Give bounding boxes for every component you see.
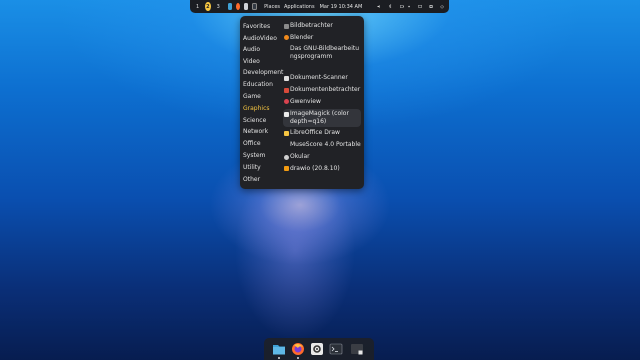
terminal-icon[interactable] xyxy=(329,342,343,356)
blender-icon xyxy=(284,35,289,40)
category-network[interactable]: Network xyxy=(243,126,285,137)
category-utility[interactable]: Utility xyxy=(243,162,285,173)
category-favorites[interactable]: Favorites xyxy=(243,21,285,32)
places-menu[interactable]: Places xyxy=(264,4,280,10)
imagemagick-icon xyxy=(284,111,289,117)
application-menu: Favorites AudioVideo Audio Video Develop… xyxy=(240,16,364,189)
category-office[interactable]: Office xyxy=(243,138,285,149)
category-system[interactable]: System xyxy=(243,150,285,161)
category-audiovideo[interactable]: AudioVideo xyxy=(243,33,285,44)
image-viewer-icon xyxy=(284,23,289,29)
app-item[interactable]: Gwenview xyxy=(283,98,361,106)
firefox-icon[interactable] xyxy=(291,342,305,356)
app-item-label: Bildbetrachter xyxy=(290,22,333,29)
app-item-label: Dokumentenbetrachter xyxy=(290,86,361,93)
firefox-icon[interactable] xyxy=(235,3,241,10)
files-icon[interactable] xyxy=(227,3,232,10)
app-item-label: LibreOffice Draw xyxy=(290,129,340,136)
screen-icon[interactable] xyxy=(418,3,422,10)
workspace-3[interactable]: 3 xyxy=(216,2,221,11)
app-item-label: Okular xyxy=(290,153,310,160)
battery-icon[interactable] xyxy=(399,3,404,10)
category-video[interactable]: Video xyxy=(243,56,285,67)
app-item-label: Gwenview xyxy=(290,97,321,105)
app-item[interactable]: ImageMagick (color depth=q16) xyxy=(283,109,361,127)
okular-icon xyxy=(284,154,289,160)
volume-icon[interactable] xyxy=(377,3,381,10)
applications-menu[interactable]: Applications xyxy=(284,4,315,10)
libreoffice-draw-icon xyxy=(284,130,289,136)
running-indicator xyxy=(297,357,299,359)
gwenview-icon xyxy=(284,99,289,104)
gimp-icon xyxy=(284,47,289,52)
clock[interactable]: Mar 19 10:34 AM xyxy=(320,4,363,10)
dock xyxy=(264,338,374,360)
app-item[interactable]: LibreOffice Draw xyxy=(283,129,361,137)
running-indicator xyxy=(278,357,280,359)
app-item[interactable]: Okular xyxy=(283,153,361,161)
drawio-icon xyxy=(284,166,289,171)
notifications-icon[interactable] xyxy=(429,3,433,10)
settings-icon[interactable] xyxy=(244,3,249,10)
app-item[interactable]: drawio (20.8.10) xyxy=(283,165,361,173)
app-item[interactable]: Dokumentenbetrachter xyxy=(283,86,361,94)
app-item[interactable]: Dokument-Scanner xyxy=(283,74,361,82)
top-panel: 1 2 3 Places Applications Mar 19 10:34 A… xyxy=(190,0,449,13)
app-item-label: drawio (20.8.10) xyxy=(290,164,340,172)
bluetooth-icon[interactable] xyxy=(388,3,392,10)
app-item-label: Das GNU-Bildbearbeitungsprogramm xyxy=(290,45,360,60)
app-item[interactable]: Bildbetrachter xyxy=(283,22,361,30)
network-icon[interactable] xyxy=(407,3,411,10)
app-item-label: ImageMagick (color depth=q16) xyxy=(290,110,349,125)
power-icon[interactable] xyxy=(440,3,444,10)
settings-icon[interactable] xyxy=(310,342,324,356)
musescore-icon xyxy=(284,143,289,148)
app-item[interactable]: Das GNU-Bildbearbeitungsprogramm xyxy=(283,45,361,61)
category-game[interactable]: Game xyxy=(243,91,285,102)
app-item-label: MuseScore 4.0 Portable xyxy=(290,141,361,148)
category-other[interactable]: Other xyxy=(243,174,285,185)
terminal-icon[interactable] xyxy=(252,3,258,10)
app-item-label: Blender xyxy=(290,33,314,41)
app-item[interactable]: MuseScore 4.0 Portable xyxy=(283,141,361,149)
category-audio[interactable]: Audio xyxy=(243,44,285,55)
app-grid-icon[interactable] xyxy=(350,342,364,356)
category-education[interactable]: Education xyxy=(243,79,285,90)
workspace-1[interactable]: 1 xyxy=(195,2,200,11)
category-development[interactable]: Development xyxy=(243,67,285,78)
app-item[interactable]: Blender xyxy=(283,34,361,42)
document-viewer-icon xyxy=(284,87,289,93)
category-graphics[interactable]: Graphics xyxy=(243,103,285,114)
files-icon[interactable] xyxy=(272,342,286,356)
scanner-icon xyxy=(284,75,289,81)
app-item-label: Dokument-Scanner xyxy=(290,74,348,81)
category-science[interactable]: Science xyxy=(243,115,285,126)
workspace-2[interactable]: 2 xyxy=(205,2,211,11)
